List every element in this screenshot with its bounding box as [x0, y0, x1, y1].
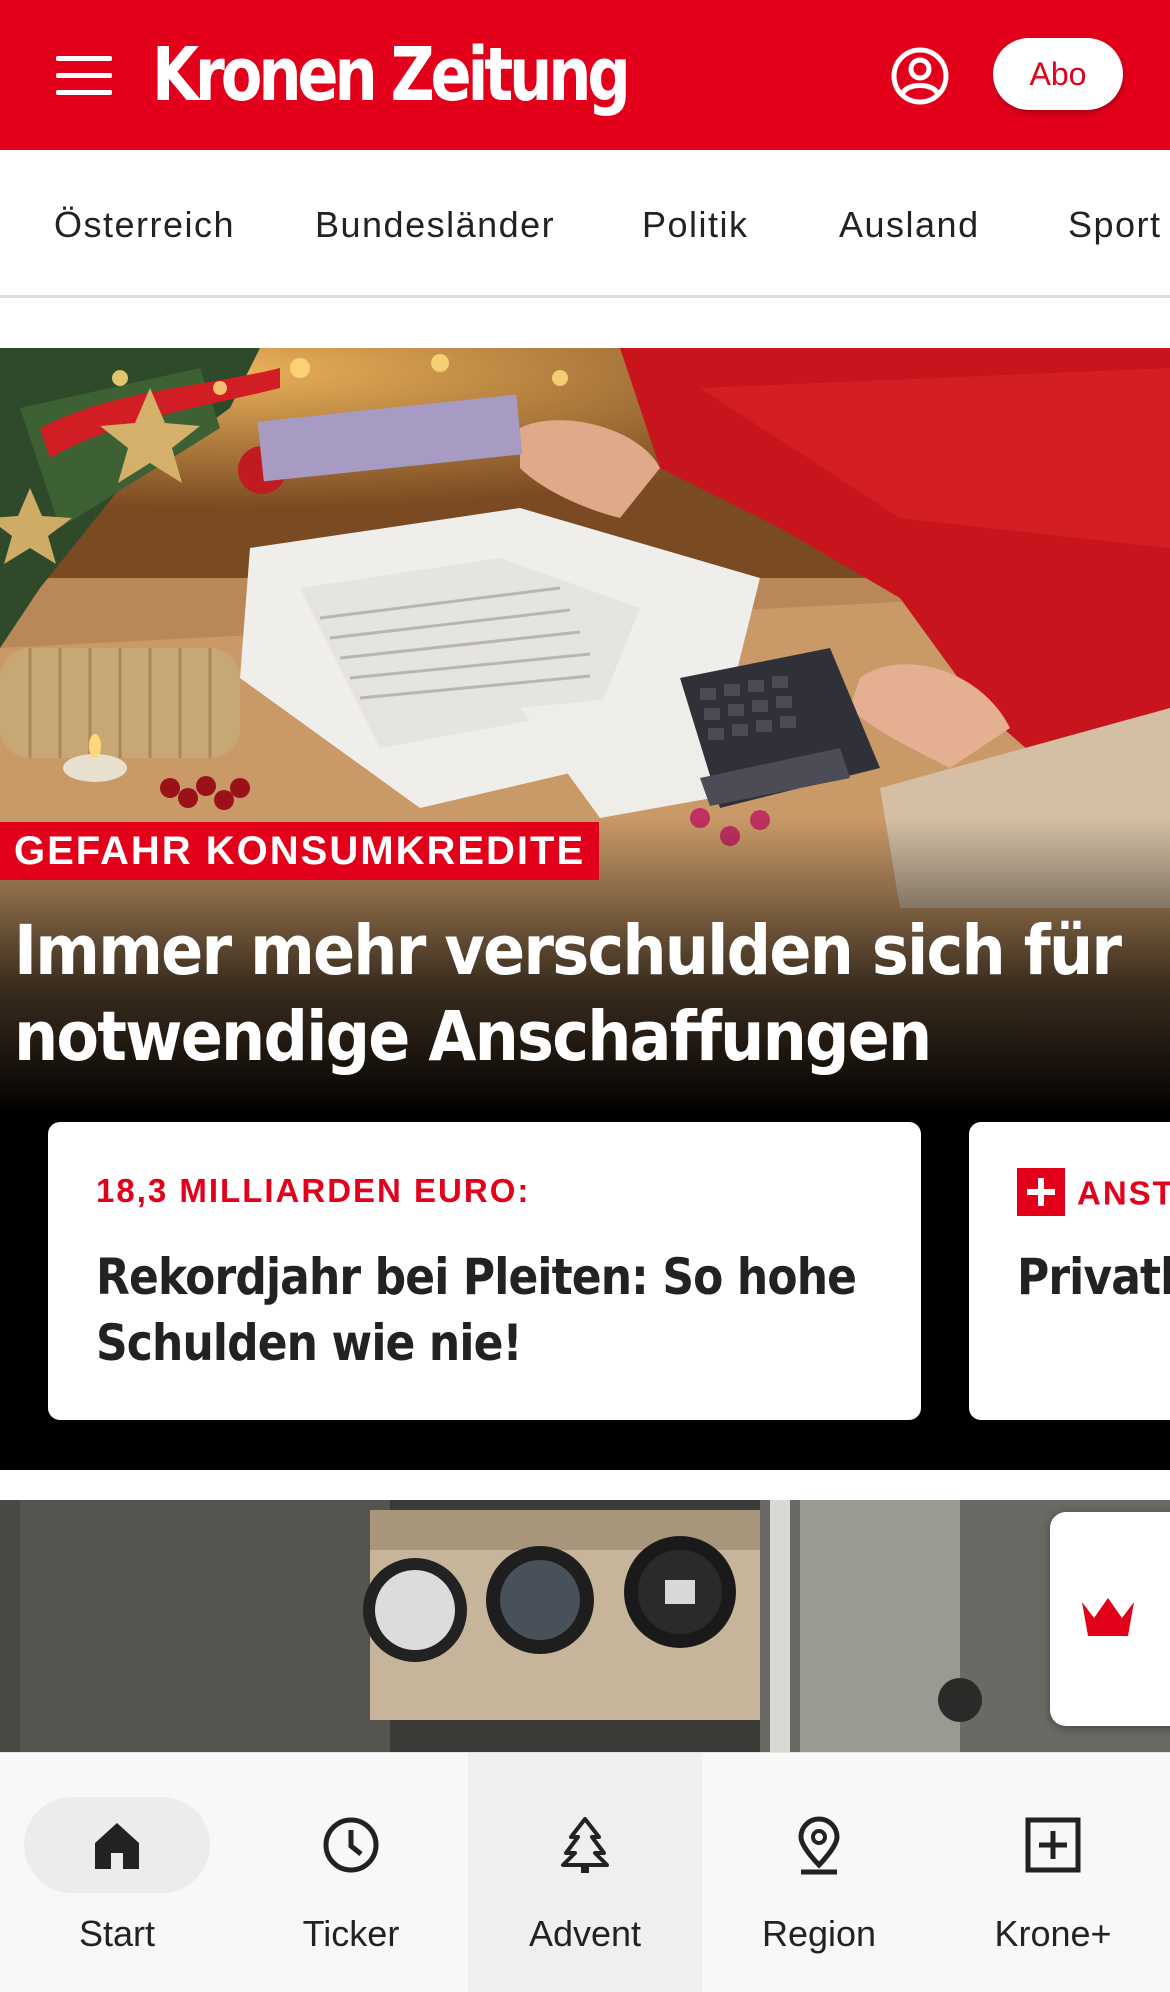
teaser-headline[interactable]: Rekordjahr bei Pleiten: So hohe Schulden…: [96, 1244, 870, 1376]
nav-label: Advent: [528, 1913, 642, 1954]
location-pin-icon: [798, 1816, 840, 1875]
hero-article[interactable]: GEFAHR KONSUMKREDITE Immer mehr verschul…: [0, 348, 1170, 1470]
nav-region[interactable]: Region: [702, 1753, 936, 1992]
user-account-icon[interactable]: [890, 46, 950, 106]
teaser-card[interactable]: ANST Privatl man di: [969, 1122, 1170, 1420]
hero-kicker-label: GEFAHR KONSUMKREDITE: [0, 822, 600, 880]
abo-button[interactable]: Abo: [993, 38, 1123, 110]
crown-icon: [1082, 1598, 1134, 1636]
nav-label: Krone+: [994, 1913, 1112, 1954]
nav-label: Ticker: [302, 1913, 400, 1954]
bottom-navigation: Start Ticker Advent Region Krone+: [0, 1752, 1170, 1992]
nav-label: Region: [761, 1913, 877, 1954]
krone-crown-tab[interactable]: [1050, 1512, 1170, 1726]
tree-icon: [561, 1817, 609, 1873]
category-politik[interactable]: Politik: [642, 150, 749, 295]
nav-ticker[interactable]: Ticker: [234, 1753, 468, 1992]
category-nav: Österreich Bundesländer Politik Ausland …: [0, 150, 1170, 298]
nav-advent[interactable]: Advent: [468, 1753, 702, 1992]
plus-square-icon: [1025, 1817, 1081, 1873]
clock-icon: [323, 1817, 379, 1873]
nav-label: Start: [78, 1913, 156, 1954]
category-oesterreich[interactable]: Österreich: [54, 150, 235, 295]
teaser-kicker: ANST: [1017, 1168, 1170, 1220]
teaser-card[interactable]: 18,3 MILLIARDEN EURO: Rekordjahr bei Ple…: [48, 1122, 921, 1420]
hamburger-menu-icon[interactable]: [56, 56, 112, 96]
kronen-zeitung-logo[interactable]: Kronen Zeitung: [152, 30, 631, 120]
category-bundeslaender[interactable]: Bundesländer: [315, 150, 555, 295]
nav-start[interactable]: Start: [0, 1753, 234, 1992]
home-icon: [95, 1823, 139, 1869]
top-app-bar: Kronen Zeitung Abo: [0, 0, 1170, 150]
article-image[interactable]: [0, 1500, 1170, 1752]
hero-headline[interactable]: Immer mehr verschulden sich für notwendi…: [14, 908, 1157, 1080]
category-ausland[interactable]: Ausland: [839, 150, 980, 295]
teaser-headline[interactable]: Privatl man di: [1017, 1244, 1170, 1310]
category-sport[interactable]: Sport: [1068, 150, 1162, 295]
krone-plus-icon: [1017, 1168, 1065, 1216]
teaser-kicker: 18,3 MILLIARDEN EURO:: [96, 1172, 531, 1209]
nav-krone-plus[interactable]: Krone+: [936, 1753, 1170, 1992]
